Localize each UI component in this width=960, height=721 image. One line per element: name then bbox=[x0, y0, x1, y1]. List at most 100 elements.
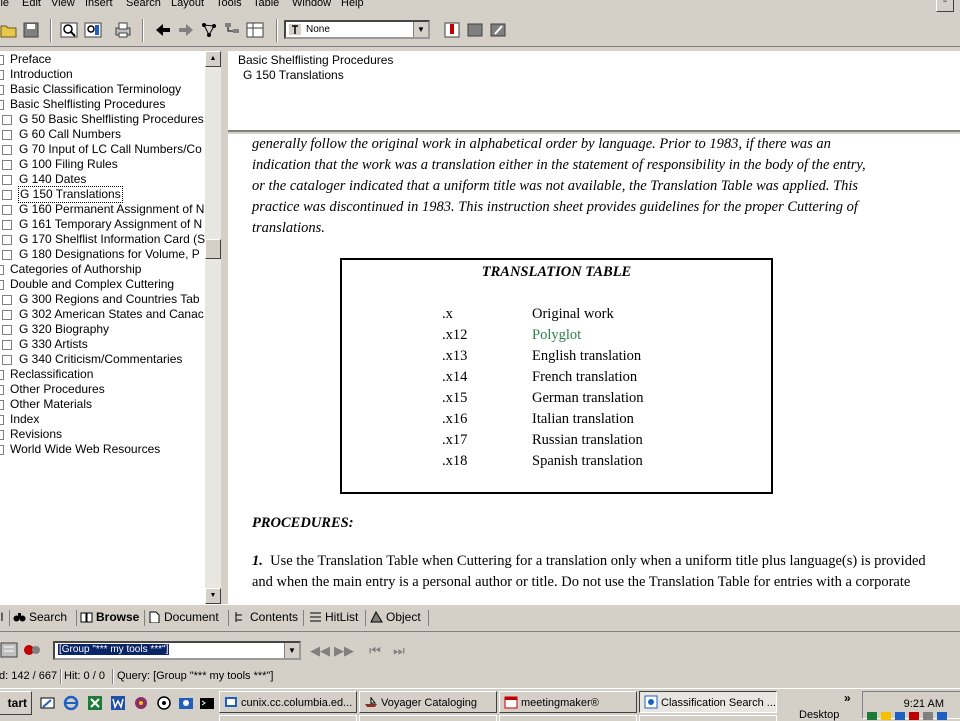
previous-document-icon[interactable]: ⏮ bbox=[364, 641, 386, 660]
tree-item-label: G 50 Basic Shelflisting Procedures bbox=[19, 112, 204, 126]
tray-icons[interactable] bbox=[867, 712, 957, 720]
menu-search[interactable]: Search bbox=[126, 0, 161, 9]
tab-search[interactable]: Search bbox=[13, 608, 67, 626]
tree-item-label: Reclassification bbox=[10, 367, 94, 381]
header-document-title: G 150 Translations bbox=[243, 68, 344, 82]
show-desktop-icon[interactable] bbox=[40, 695, 56, 711]
chevron-down-icon[interactable]: ▼ bbox=[284, 643, 299, 658]
menu-window[interactable]: Window bbox=[292, 0, 331, 9]
tree-node-icon bbox=[2, 220, 12, 230]
menu-view[interactable]: View bbox=[51, 0, 75, 9]
terminal-icon[interactable] bbox=[199, 695, 215, 711]
open-folder-icon[interactable] bbox=[0, 21, 18, 39]
group-query-value: [Group "*** my tools ***"] bbox=[58, 644, 170, 655]
taskbar-row2-item[interactable] bbox=[639, 715, 777, 721]
group-tools-icon[interactable] bbox=[22, 641, 42, 659]
tab-label: Browse bbox=[96, 610, 140, 624]
note-icon[interactable] bbox=[466, 21, 484, 39]
tree-item-label: Basic Shelflisting Procedures bbox=[10, 97, 166, 111]
group-query-dropdown[interactable]: [Group "*** my tools ***"] ▼ bbox=[53, 641, 301, 660]
tab-object[interactable]: Object bbox=[370, 608, 421, 626]
desktop-toolbar-label[interactable]: Desktop bbox=[799, 709, 839, 721]
tree-node-icon bbox=[2, 295, 12, 305]
translation-table-row: .x13 English translation bbox=[342, 348, 771, 369]
tree-node-icon bbox=[2, 340, 12, 350]
network-globe-icon[interactable] bbox=[156, 695, 172, 711]
taskbar-item-cunix[interactable]: cunix.cc.columbia.ed... bbox=[219, 691, 357, 713]
hierarchy-icon[interactable] bbox=[223, 21, 241, 39]
back-arrow-icon[interactable] bbox=[154, 21, 172, 39]
forward-arrow-icon[interactable] bbox=[177, 21, 195, 39]
media-icon[interactable] bbox=[178, 695, 194, 711]
tree-node-icon bbox=[0, 415, 4, 425]
tab-hitlist[interactable]: HitList bbox=[309, 608, 358, 626]
restore-window-icon[interactable]: ▫ bbox=[936, 0, 954, 12]
find-next-icon[interactable] bbox=[84, 21, 102, 39]
app-flower-icon[interactable] bbox=[133, 695, 149, 711]
status-bar: d: 142 / 667 Hit: 0 / 0 Query: [Group "*… bbox=[0, 667, 960, 687]
print-icon[interactable] bbox=[114, 21, 132, 39]
table-view-icon[interactable] bbox=[246, 21, 264, 39]
tree-item-label: G 340 Criticism/Commentaries bbox=[19, 352, 183, 366]
highlight-marker-icon[interactable] bbox=[443, 21, 461, 39]
style-dropdown[interactable]: None ▼ bbox=[284, 20, 430, 39]
tree-node-icon bbox=[2, 145, 12, 155]
intro-line: indication that the work was a translati… bbox=[252, 157, 866, 173]
scroll-thumb[interactable] bbox=[205, 239, 221, 259]
taskbar-item-classification-search[interactable]: Classification Search ... bbox=[639, 691, 777, 713]
network-icon[interactable] bbox=[200, 21, 218, 39]
task-label: cunix.cc.columbia.ed... bbox=[241, 697, 353, 709]
tree-node-icon bbox=[2, 130, 12, 140]
menu-bar: ile Edit View Insert Search Layout Tools… bbox=[0, 0, 960, 14]
internet-explorer-icon[interactable] bbox=[63, 695, 79, 711]
style-icon bbox=[289, 24, 301, 35]
query-template-icon[interactable] bbox=[0, 641, 20, 659]
word-icon[interactable] bbox=[110, 695, 126, 711]
start-button[interactable]: tart bbox=[0, 691, 32, 715]
menu-table[interactable]: Table bbox=[253, 0, 279, 9]
save-icon[interactable] bbox=[22, 21, 40, 39]
tree-item-label: G 150 Translations bbox=[18, 186, 123, 203]
menu-layout[interactable]: Layout bbox=[171, 0, 204, 9]
taskbar-row2-item[interactable] bbox=[359, 715, 497, 721]
previous-hit-icon[interactable]: ◀◀ bbox=[309, 641, 331, 660]
tree-scrollbar[interactable]: ▲ ▼ bbox=[205, 51, 221, 604]
procedure-line: Use the Translation Table when Cuttering… bbox=[262, 553, 926, 569]
tree-item-label: G 300 Regions and Countries Tab bbox=[19, 292, 200, 306]
menu-file[interactable]: ile bbox=[0, 0, 9, 9]
tree-item-label: G 180 Designations for Volume, P bbox=[19, 247, 200, 261]
tree-item-label: Basic Classification Terminology bbox=[10, 82, 182, 96]
pen-icon[interactable] bbox=[489, 21, 507, 39]
clock[interactable]: 9:21 AM bbox=[904, 698, 944, 710]
query-toolbar: [Group "*** my tools ***"] ▼ ◀◀ ▶▶ ⏮ ⏭ bbox=[0, 631, 960, 667]
pane-splitter[interactable] bbox=[221, 51, 228, 604]
chevron-down-icon[interactable]: ▼ bbox=[413, 22, 428, 37]
taskbar-row2-item[interactable] bbox=[219, 715, 357, 721]
excel-icon[interactable] bbox=[87, 695, 103, 711]
tab-all[interactable]: ll bbox=[0, 608, 3, 626]
next-document-icon[interactable]: ⏭ bbox=[388, 641, 410, 660]
tab-contents[interactable]: Contents bbox=[234, 608, 298, 626]
menu-help[interactable]: Help bbox=[341, 0, 364, 9]
tree-item-label: G 320 Biography bbox=[19, 322, 110, 336]
menu-insert[interactable]: Insert bbox=[85, 0, 113, 9]
polyglot-link[interactable]: Polyglot bbox=[532, 327, 581, 344]
tab-label: ll bbox=[0, 610, 4, 624]
taskbar-row2-item[interactable] bbox=[499, 715, 637, 721]
tab-document[interactable]: Document bbox=[148, 608, 219, 626]
toolbar-chevron-icon[interactable]: » bbox=[844, 691, 851, 705]
next-hit-icon[interactable]: ▶▶ bbox=[333, 641, 355, 660]
menu-tools[interactable]: Tools bbox=[216, 0, 242, 9]
translation-description: English translation bbox=[532, 348, 642, 364]
windows-taskbar: tart cunix.cc.columbia.ed... Voyager Cat… bbox=[0, 688, 960, 721]
tab-browse[interactable]: Browse bbox=[80, 608, 139, 626]
taskbar-item-voyager-cataloging[interactable]: Voyager Cataloging bbox=[359, 691, 497, 713]
document-pane: generally follow the original work in al… bbox=[228, 134, 960, 604]
scroll-down-icon[interactable]: ▼ bbox=[205, 588, 221, 604]
find-icon[interactable] bbox=[60, 21, 78, 39]
intro-line: practice was discontinued in 1983. This … bbox=[252, 199, 858, 215]
taskbar-item-meetingmaker[interactable]: meetingmaker® bbox=[499, 691, 637, 713]
translation-table-row: .x Original work bbox=[342, 306, 771, 327]
menu-edit[interactable]: Edit bbox=[22, 0, 41, 9]
scroll-up-icon[interactable]: ▲ bbox=[205, 51, 221, 67]
